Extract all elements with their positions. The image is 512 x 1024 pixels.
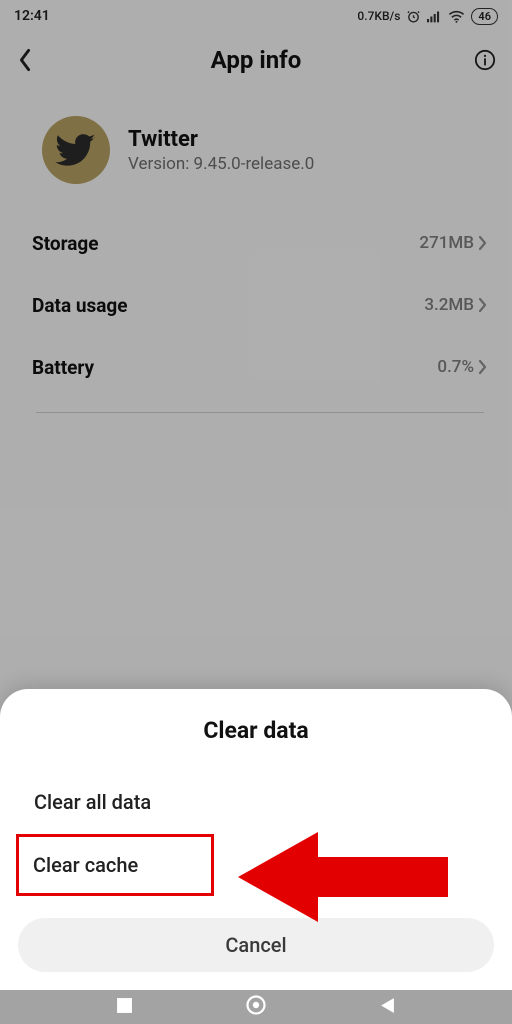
square-icon [116, 997, 133, 1014]
nav-home-button[interactable] [245, 994, 267, 1020]
annotation-arrow [228, 822, 458, 936]
sheet-title: Clear data [18, 717, 494, 744]
arrow-icon [228, 822, 458, 932]
clear-cache-option[interactable]: Clear cache [19, 837, 211, 893]
triangle-left-icon [379, 997, 396, 1014]
navigation-bar [0, 990, 512, 1024]
circle-icon [245, 994, 267, 1016]
cancel-label: Cancel [225, 933, 286, 957]
annotation-highlight: Clear cache [16, 834, 214, 896]
nav-recents-button[interactable] [116, 997, 133, 1018]
clear-data-sheet: Clear data Clear all data Clear cache Ca… [0, 689, 512, 990]
nav-back-button[interactable] [379, 997, 396, 1018]
